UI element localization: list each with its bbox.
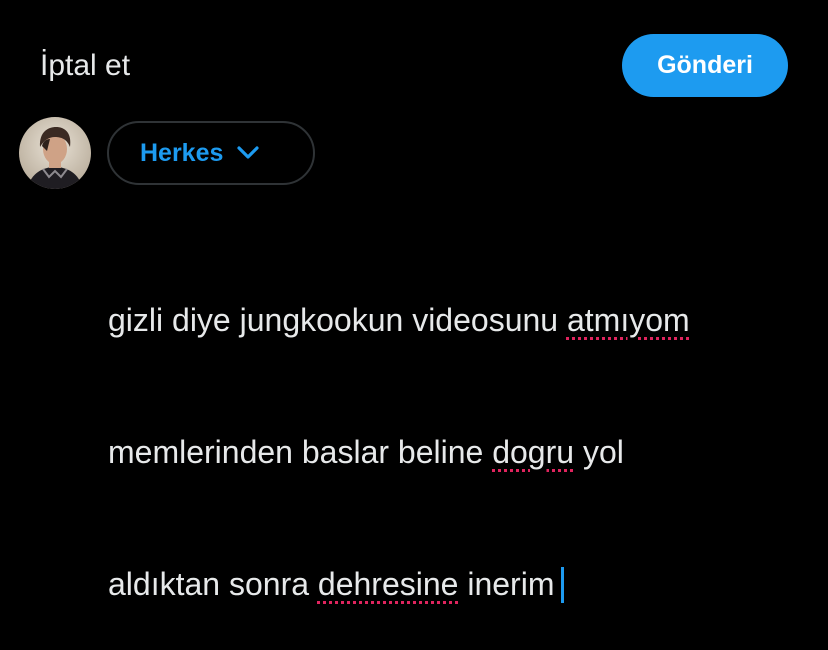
- compose-text: aldıktan sonra: [108, 566, 318, 602]
- post-button-label: Gönderi: [657, 51, 753, 79]
- post-button[interactable]: Gönderi: [622, 34, 788, 97]
- avatar[interactable]: [19, 117, 91, 189]
- chevron-down-icon: [235, 140, 261, 166]
- compose-text: memlerinden baslar beline: [108, 434, 493, 470]
- compose-text: gizli diye jungkookun videosunu: [108, 302, 567, 338]
- compose-text: yol: [574, 434, 624, 470]
- misspelled-word[interactable]: dogru: [492, 434, 574, 470]
- audience-label: Herkes: [140, 138, 224, 167]
- avatar-image: [19, 117, 91, 189]
- compose-textarea[interactable]: gizli diye jungkookun videosunu atmıyom …: [108, 210, 808, 650]
- misspelled-word[interactable]: dehresine: [318, 566, 459, 602]
- compose-line-2: memlerinden baslar beline dogru yol: [108, 430, 808, 474]
- misspelled-word[interactable]: atmıyom: [567, 302, 690, 338]
- text-cursor: [561, 567, 565, 603]
- compose-line-1: gizli diye jungkookun videosunu atmıyom: [108, 298, 808, 342]
- compose-text: inerim: [458, 566, 555, 602]
- audience-selector[interactable]: Herkes: [107, 121, 315, 185]
- cancel-button[interactable]: İptal et: [40, 44, 130, 88]
- compose-line-3: aldıktan sonra dehresine inerim: [108, 562, 808, 606]
